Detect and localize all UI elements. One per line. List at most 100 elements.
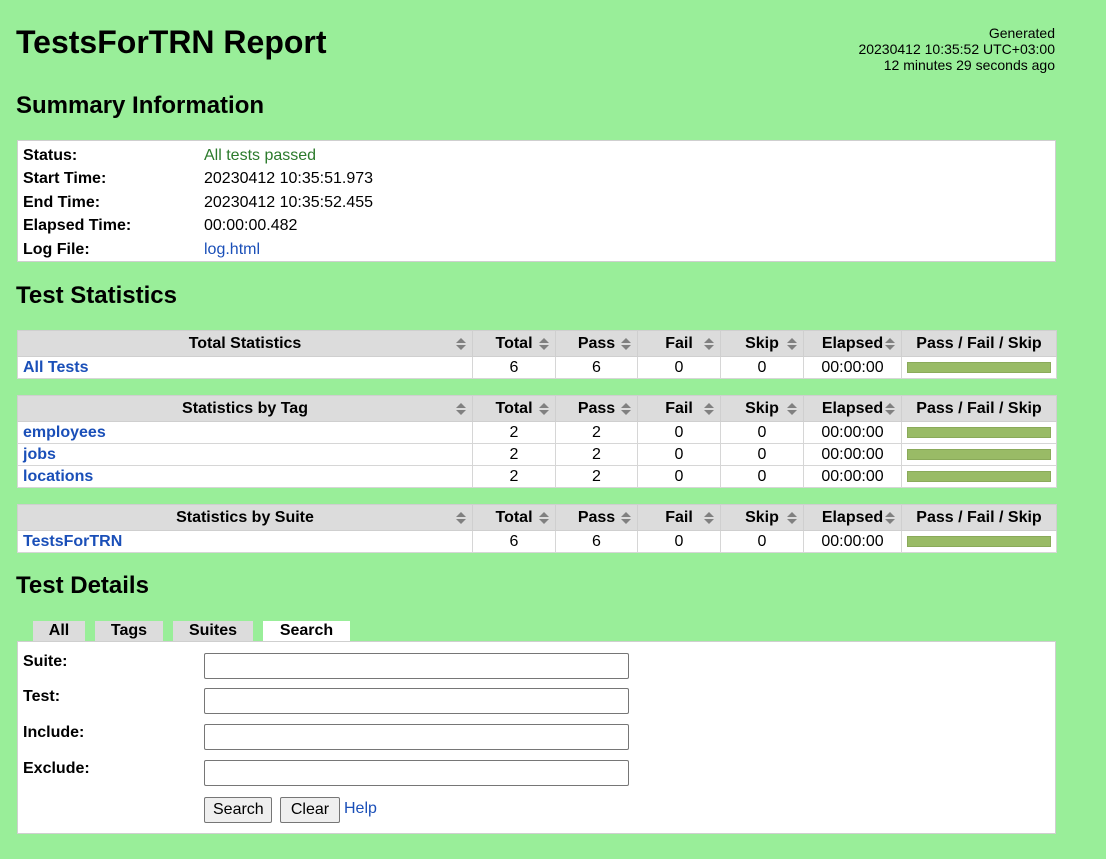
include-label: Include: (23, 724, 85, 741)
exclude-label: Exclude: (23, 760, 90, 777)
sort-icon[interactable] (885, 512, 895, 524)
column-header-skip[interactable]: Skip (720, 504, 804, 531)
column-header-pass-fail-skip: Pass / Fail / Skip (901, 504, 1057, 531)
stat-skip-cell: 0 (720, 443, 804, 466)
end-time-value: 20230412 10:35:52.455 (204, 193, 374, 211)
stat-graph-cell (901, 356, 1057, 379)
column-header-label: Pass / Fail / Skip (916, 508, 1042, 526)
stat-total-cell: 2 (472, 421, 556, 444)
stat-name-link[interactable]: All Tests (23, 359, 89, 376)
sort-icon[interactable] (787, 512, 797, 524)
column-header-name[interactable]: Statistics by Suite (17, 504, 473, 531)
sort-icon[interactable] (704, 338, 714, 350)
search-button[interactable]: Search (204, 797, 272, 823)
column-header-skip[interactable]: Skip (720, 330, 804, 357)
stat-name-cell: locations (17, 465, 473, 488)
generated-label: Generated (988, 25, 1055, 41)
column-header-pass[interactable]: Pass (555, 330, 638, 357)
stat-elapsed-cell: 00:00:00 (803, 443, 902, 466)
stat-name-cell: TestsForTRN (17, 530, 473, 553)
summary-row-log-file: Log File: log.html (23, 238, 1055, 262)
sort-icon[interactable] (885, 338, 895, 350)
column-header-fail[interactable]: Fail (637, 395, 721, 422)
sort-icon[interactable] (621, 512, 631, 524)
stat-name-cell: All Tests (17, 356, 473, 379)
pass-fail-skip-bar (907, 427, 1051, 438)
column-header-label: Statistics by Tag (182, 399, 308, 417)
column-header-fail[interactable]: Fail (637, 330, 721, 357)
sort-icon[interactable] (539, 338, 549, 350)
stat-name-link[interactable]: TestsForTRN (23, 533, 122, 550)
stats-header-row: Statistics by Suite Total Pass Fail Skip Elap… (17, 504, 1057, 531)
sort-icon[interactable] (787, 338, 797, 350)
stat-name-link[interactable]: locations (23, 468, 93, 485)
tab-tags[interactable]: Tags (95, 621, 163, 641)
column-header-pass[interactable]: Pass (555, 504, 638, 531)
stats-row: locations 2 2 0 0 00:00:00 (17, 465, 1057, 488)
column-header-elapsed[interactable]: Elapsed (803, 504, 902, 531)
sort-icon[interactable] (456, 403, 466, 415)
clear-button[interactable]: Clear (280, 797, 340, 823)
sort-icon[interactable] (456, 512, 466, 524)
column-header-label: Total Statistics (188, 334, 302, 352)
sort-icon[interactable] (787, 403, 797, 415)
column-header-pass[interactable]: Pass (555, 395, 638, 422)
column-header-label: Elapsed (821, 334, 884, 352)
column-header-label: Statistics by Suite (176, 508, 314, 526)
exclude-input[interactable] (204, 760, 629, 786)
column-header-label: Total (495, 399, 533, 417)
suite-statistics-table: Statistics by Suite Total Pass Fail Skip Elap… (17, 504, 1057, 553)
stats-row: TestsForTRN 6 6 0 0 00:00:00 (17, 530, 1057, 553)
stat-elapsed-cell: 00:00:00 (803, 356, 902, 379)
tab-suites[interactable]: Suites (173, 621, 253, 641)
pass-fail-skip-bar (907, 449, 1051, 460)
column-header-label: Pass (577, 399, 616, 417)
sort-icon[interactable] (704, 403, 714, 415)
column-header-pass-fail-skip: Pass / Fail / Skip (901, 330, 1057, 357)
sort-icon[interactable] (456, 338, 466, 350)
stat-name-link[interactable]: employees (23, 424, 106, 441)
stats-row: All Tests 6 6 0 0 00:00:00 (17, 356, 1057, 379)
tab-all[interactable]: All (33, 621, 85, 641)
column-header-label: Fail (665, 334, 693, 352)
sort-icon[interactable] (704, 512, 714, 524)
report-title: TestsForTRN Report (16, 24, 327, 60)
summary-row-elapsed-time: Elapsed Time: 00:00:00.482 (23, 215, 1055, 239)
log-file-link[interactable]: log.html (204, 241, 260, 259)
stats-header-row: Total Statistics Total Pass Fail Skip Elapsed… (17, 330, 1057, 357)
suite-input[interactable] (204, 653, 629, 679)
sort-icon[interactable] (885, 403, 895, 415)
column-header-skip[interactable]: Skip (720, 395, 804, 422)
status-label: Status: (23, 146, 78, 164)
stat-graph-cell (901, 443, 1057, 466)
column-header-elapsed[interactable]: Elapsed (803, 330, 902, 357)
stats-row: employees 2 2 0 0 00:00:00 (17, 421, 1057, 444)
column-header-name[interactable]: Statistics by Tag (17, 395, 473, 422)
sort-icon[interactable] (621, 338, 631, 350)
column-header-total[interactable]: Total (472, 330, 556, 357)
generated-info: Generated 20230412 10:35:52 UTC+03:00 12… (858, 25, 1055, 73)
column-header-label: Pass (577, 334, 616, 352)
test-input[interactable] (204, 688, 629, 714)
column-header-total[interactable]: Total (472, 395, 556, 422)
column-header-label: Total (495, 334, 533, 352)
tab-search[interactable]: Search (263, 621, 350, 643)
column-header-label: Pass (577, 508, 616, 526)
sort-icon[interactable] (621, 403, 631, 415)
stat-pass-cell: 2 (555, 443, 638, 466)
column-header-total[interactable]: Total (472, 504, 556, 531)
column-header-name[interactable]: Total Statistics (17, 330, 473, 357)
sort-icon[interactable] (539, 512, 549, 524)
column-header-elapsed[interactable]: Elapsed (803, 395, 902, 422)
column-header-label: Fail (665, 399, 693, 417)
help-link[interactable]: Help (344, 800, 377, 818)
stat-pass-cell: 6 (555, 530, 638, 553)
details-heading: Test Details (16, 572, 149, 599)
stat-fail-cell: 0 (637, 443, 721, 466)
stat-elapsed-cell: 00:00:00 (803, 421, 902, 444)
sort-icon[interactable] (539, 403, 549, 415)
suite-label: Suite: (23, 653, 68, 670)
stat-name-link[interactable]: jobs (23, 446, 56, 463)
column-header-fail[interactable]: Fail (637, 504, 721, 531)
include-input[interactable] (204, 724, 629, 750)
